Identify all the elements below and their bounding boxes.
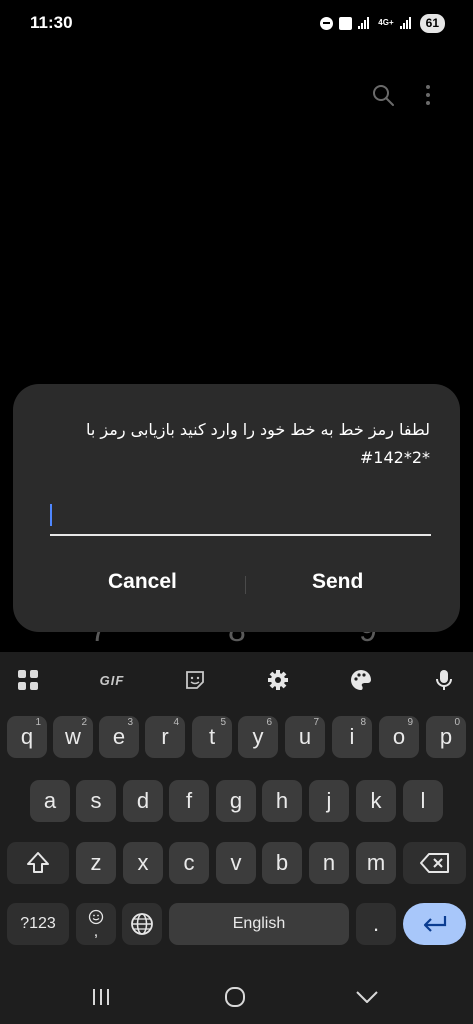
key-p[interactable]: p0 — [426, 716, 466, 758]
ussd-reply-field[interactable] — [50, 496, 431, 536]
key-o[interactable]: o9 — [379, 716, 419, 758]
key-i[interactable]: i8 — [332, 716, 372, 758]
key-d[interactable]: d — [123, 780, 163, 822]
key-hint: 0 — [454, 717, 460, 728]
signal-icon-2 — [399, 17, 414, 29]
key-w[interactable]: w2 — [53, 716, 93, 758]
key-v[interactable]: v — [216, 842, 256, 884]
key-hint: 4 — [173, 717, 179, 728]
key-j[interactable]: j — [309, 780, 349, 822]
dialog-message-code: #142*2* — [359, 448, 430, 467]
space-bar[interactable]: English — [169, 903, 349, 945]
key-z[interactable]: z — [76, 842, 116, 884]
microphone-icon[interactable] — [428, 666, 460, 694]
key-x[interactable]: x — [123, 842, 163, 884]
key-f[interactable]: f — [169, 780, 209, 822]
key-r[interactable]: r4 — [145, 716, 185, 758]
shift-icon — [27, 852, 49, 873]
comma-label: , — [93, 923, 99, 940]
key-a[interactable]: a — [30, 780, 70, 822]
backspace-icon — [419, 853, 449, 873]
dialog-message-text: لطفا رمز خط به خط خود را وارد کنید بازیا… — [86, 420, 430, 439]
cancel-button[interactable]: Cancel — [108, 570, 177, 594]
keyboard: GIF q1 w2 e3 r4 t5 y6 u7 i8 o9 p0 a s d … — [0, 652, 473, 972]
navigation-bar — [0, 972, 473, 1024]
enter-key[interactable] — [403, 903, 466, 945]
key-b[interactable]: b — [262, 842, 302, 884]
text-cursor — [50, 504, 52, 526]
key-s[interactable]: s — [76, 780, 116, 822]
more-vert-icon[interactable] — [418, 83, 438, 107]
recents-icon[interactable] — [86, 984, 116, 1010]
backspace-key[interactable] — [403, 842, 466, 884]
settings-gear-icon[interactable] — [262, 666, 294, 694]
key-hint: 9 — [407, 717, 413, 728]
key-hint: 1 — [35, 717, 41, 728]
key-n[interactable]: n — [309, 842, 349, 884]
emoji-comma-key[interactable]: , — [76, 903, 116, 945]
sticker-icon[interactable] — [179, 666, 211, 694]
key-label: u — [298, 724, 312, 749]
key-label: r — [161, 724, 169, 749]
ussd-reply-input[interactable] — [56, 500, 420, 532]
palette-icon[interactable] — [345, 666, 377, 694]
apps-grid-icon[interactable] — [12, 666, 44, 694]
back-icon[interactable] — [352, 984, 382, 1010]
signal-icon — [358, 17, 372, 29]
do-not-disturb-icon — [320, 16, 334, 30]
key-hint: 7 — [313, 717, 319, 728]
key-hint: 3 — [127, 717, 133, 728]
status-bar: 11:30 4G+ 61 — [0, 0, 473, 44]
home-icon[interactable] — [220, 984, 250, 1010]
key-h[interactable]: h — [262, 780, 302, 822]
key-label: y — [252, 724, 264, 749]
notification-app-icon — [339, 16, 353, 30]
key-label: i — [349, 724, 355, 749]
key-label: t — [208, 724, 216, 749]
gif-icon[interactable]: GIF — [95, 666, 129, 694]
key-g[interactable]: g — [216, 780, 256, 822]
key-y[interactable]: y6 — [238, 716, 278, 758]
period-key[interactable]: . — [356, 903, 396, 945]
key-e[interactable]: e3 — [99, 716, 139, 758]
symbols-key[interactable]: ?123 — [7, 903, 69, 945]
key-hint: 6 — [266, 717, 272, 728]
ussd-dialog: لطفا رمز خط به خط خود را وارد کنید بازیا… — [13, 384, 460, 632]
globe-icon — [131, 913, 153, 935]
key-k[interactable]: k — [356, 780, 396, 822]
key-label: o — [392, 724, 406, 749]
key-l[interactable]: l — [403, 780, 443, 822]
gif-label: GIF — [99, 672, 125, 688]
key-hint: 5 — [220, 717, 226, 728]
key-label: q — [20, 724, 34, 749]
key-label: e — [112, 724, 126, 749]
button-divider — [245, 576, 246, 594]
key-hint: 2 — [81, 717, 87, 728]
key-label: w — [65, 724, 81, 749]
shift-key[interactable] — [7, 842, 69, 884]
search-icon[interactable] — [371, 83, 395, 107]
key-label: p — [439, 724, 453, 749]
key-m[interactable]: m — [356, 842, 396, 884]
enter-icon — [423, 916, 446, 932]
key-q[interactable]: q1 — [7, 716, 47, 758]
language-key[interactable] — [122, 903, 162, 945]
key-u[interactable]: u7 — [285, 716, 325, 758]
clock: 11:30 — [30, 13, 73, 32]
key-c[interactable]: c — [169, 842, 209, 884]
key-t[interactable]: t5 — [192, 716, 232, 758]
send-button[interactable]: Send — [312, 570, 363, 594]
status-icons: 4G+ 61 — [320, 13, 445, 33]
network-type-label: 4G+ — [378, 18, 394, 27]
dialog-message: لطفا رمز خط به خط خود را وارد کنید بازیا… — [53, 416, 430, 472]
key-hint: 8 — [360, 717, 366, 728]
battery-indicator: 61 — [419, 13, 445, 33]
